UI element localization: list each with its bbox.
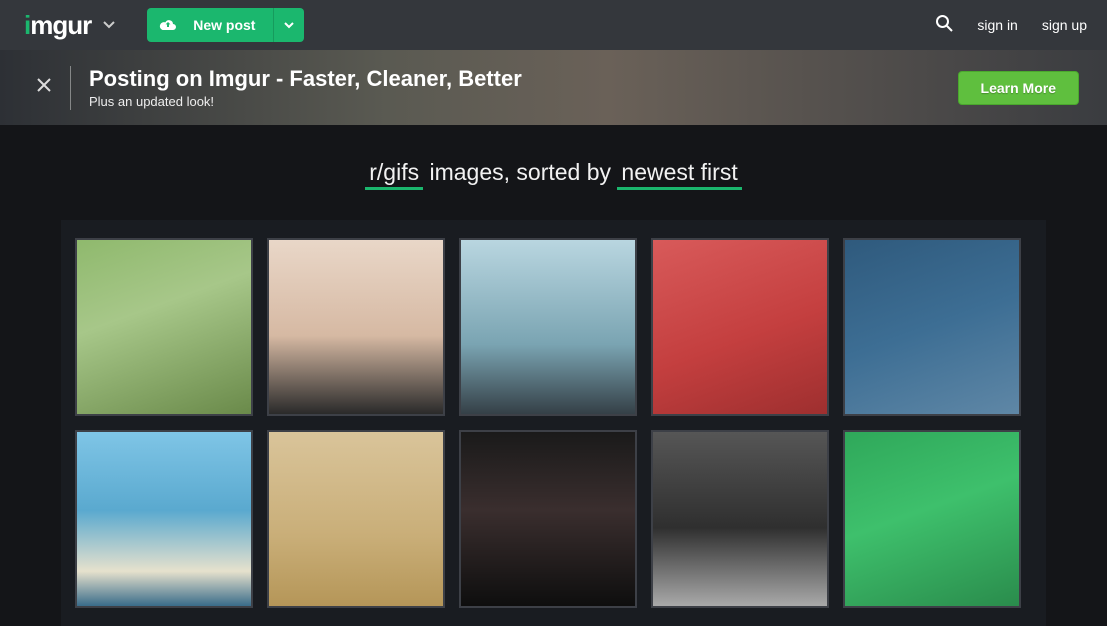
heading-middle: images, sorted by — [423, 159, 617, 185]
new-post-button[interactable]: New post — [147, 8, 304, 42]
banner-text: Posting on Imgur - Faster, Cleaner, Bett… — [89, 66, 522, 109]
gallery-thumb[interactable] — [843, 238, 1021, 416]
gallery-thumb[interactable] — [267, 238, 445, 416]
logo-rest: mgur — [30, 10, 91, 41]
gallery-thumb[interactable] — [267, 430, 445, 608]
gallery-thumb[interactable] — [459, 238, 637, 416]
top-bar: imgur New post sign in sign up — [0, 0, 1107, 50]
gallery-container — [61, 220, 1046, 626]
subreddit-dropdown[interactable]: r/gifs — [365, 159, 423, 188]
gallery-thumb[interactable] — [75, 238, 253, 416]
logo[interactable]: imgur — [24, 10, 91, 41]
sign-up-link[interactable]: sign up — [1042, 17, 1087, 33]
cloud-upload-icon — [147, 18, 187, 32]
banner-title: Posting on Imgur - Faster, Cleaner, Bett… — [89, 66, 522, 92]
gallery-thumb[interactable] — [459, 430, 637, 608]
chevron-down-icon — [103, 21, 115, 29]
gallery-thumb[interactable] — [651, 430, 829, 608]
new-post-label: New post — [187, 17, 273, 33]
banner-subtitle: Plus an updated look! — [89, 94, 522, 109]
gallery-thumb[interactable] — [651, 238, 829, 416]
gallery-heading: r/gifs images, sorted by newest first — [0, 159, 1107, 186]
top-right: sign in sign up — [935, 14, 1087, 37]
learn-more-button[interactable]: Learn More — [958, 71, 1079, 105]
new-post-caret[interactable] — [273, 8, 304, 42]
sort-dropdown[interactable]: newest first — [617, 159, 741, 188]
gallery-thumb[interactable] — [843, 430, 1021, 608]
gallery-thumb[interactable] — [75, 430, 253, 608]
announcement-banner: Posting on Imgur - Faster, Cleaner, Bett… — [0, 50, 1107, 125]
banner-divider — [70, 66, 71, 110]
sign-in-link[interactable]: sign in — [977, 17, 1017, 33]
logo-dropdown-caret[interactable] — [103, 18, 115, 32]
search-icon[interactable] — [935, 14, 953, 37]
gallery-grid — [75, 238, 1032, 608]
close-icon[interactable] — [24, 76, 64, 99]
chevron-down-icon — [284, 22, 294, 29]
